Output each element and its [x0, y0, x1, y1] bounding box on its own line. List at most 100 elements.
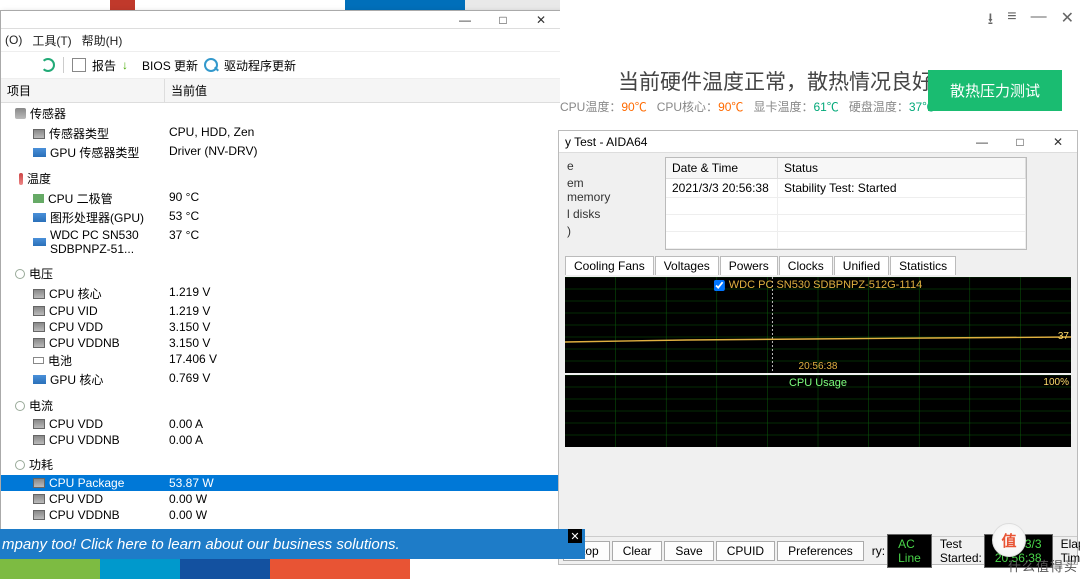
sensor-list[interactable]: 传感器传感器类型CPU, HDD, ZenGPU 传感器类型Driver (NV… — [1, 103, 564, 521]
stability-window: y Test - AIDA64 — □ ✕ e em memory l disk… — [558, 130, 1078, 565]
menu-tools[interactable]: 工具(T) — [32, 32, 71, 49]
menu-help[interactable]: 帮助(H) — [82, 32, 123, 49]
row-label: 电池 — [48, 352, 72, 369]
sensor-row[interactable]: CPU 二极管90 °C — [1, 189, 564, 208]
tab-statistics[interactable]: Statistics — [890, 256, 956, 275]
banner-close-icon[interactable]: ✕ — [568, 529, 582, 543]
minimize-button[interactable]: — — [446, 11, 484, 29]
tab-clocks[interactable]: Clocks — [779, 256, 833, 275]
row-label: CPU 二极管 — [48, 190, 113, 207]
dash-temps: CPU温度：90℃ CPU核心：90℃ 显卡温度：61℃ 硬盘温度：37℃ — [560, 98, 934, 115]
toolbar: 报告 ↓ BIOS 更新 驱动程序更新 — [1, 51, 564, 79]
row-label: CPU VDD — [49, 417, 103, 431]
toolbar-driver[interactable]: 驱动程序更新 — [224, 57, 296, 74]
row-icon — [33, 322, 45, 332]
chart2-title: CPU Usage — [789, 377, 847, 389]
sensor-group[interactable]: 电压 — [1, 263, 564, 284]
sensor-row[interactable]: 传感器类型CPU, HDD, Zen — [1, 124, 564, 143]
sensor-row[interactable]: GPU 核心0.769 V — [1, 370, 564, 389]
col-item: 项目 — [1, 79, 165, 102]
tab-powers[interactable]: Powers — [720, 256, 778, 275]
sensor-row[interactable]: GPU 传感器类型Driver (NV-DRV) — [1, 143, 564, 162]
chart1-value: 37 — [1058, 331, 1069, 342]
sensor-row[interactable]: CPU VDD3.150 V — [1, 319, 564, 335]
sensor-row[interactable]: CPU VDDNB0.00 A — [1, 432, 564, 448]
stability-title: y Test - AIDA64 — [565, 135, 647, 149]
preferences-button[interactable]: Preferences — [777, 541, 864, 561]
dash-title: 当前硬件温度正常，散热情况良好 — [618, 66, 933, 96]
status-table: Date & Time Status 2021/3/3 20:56:38 Sta… — [665, 157, 1027, 250]
th-datetime: Date & Time — [666, 158, 778, 178]
toolbar-report[interactable]: 报告 — [92, 57, 116, 74]
sensor-row[interactable]: CPU VDD 0.00 A — [1, 416, 564, 432]
tab-cooling-fans[interactable]: Cooling Fans — [565, 256, 654, 275]
stab-maximize[interactable]: □ — [1001, 133, 1039, 151]
sensor-row[interactable]: 图形处理器(GPU)53 °C — [1, 208, 564, 227]
download-icon[interactable]: ⭳ — [988, 8, 994, 35]
row-icon — [33, 238, 46, 246]
row-value: 0.00 W — [165, 507, 564, 521]
stress-test-button[interactable]: 散热压力测试 — [928, 70, 1062, 111]
row-label: CPU VID — [49, 304, 98, 318]
sensor-group[interactable]: 电流 — [1, 395, 564, 416]
row-icon — [33, 478, 45, 488]
row-icon — [33, 338, 45, 348]
row-icon — [33, 375, 46, 384]
sensor-row[interactable]: CPU VID 1.219 V — [1, 303, 564, 319]
th-status: Status — [778, 158, 1026, 178]
dash-close[interactable]: ✕ — [1061, 8, 1074, 35]
sensor-group[interactable]: 传感器 — [1, 103, 564, 124]
row-value: 0.00 A — [165, 416, 564, 432]
close-button[interactable]: ✕ — [522, 11, 560, 29]
series-toggle[interactable] — [714, 280, 725, 291]
row-value: CPU, HDD, Zen — [165, 124, 564, 143]
cpuid-button[interactable]: CPUID — [716, 541, 775, 561]
menu-icon[interactable]: ≡ — [1007, 8, 1016, 35]
row-icon — [33, 148, 46, 157]
brand-logo: 值 — [992, 523, 1026, 557]
row-label: GPU 传感器类型 — [50, 144, 139, 161]
sensor-row[interactable]: 电池 17.406 V — [1, 351, 564, 370]
row-label: CPU Package — [49, 476, 124, 490]
sensor-row[interactable]: CPU VDDNB 0.00 W — [1, 507, 564, 521]
save-button[interactable]: Save — [664, 541, 713, 561]
brand-text: 什么值得买 — [1008, 556, 1078, 575]
dash-minimize[interactable]: — — [1031, 8, 1047, 35]
row-value: 17.406 V — [165, 351, 564, 370]
stab-close[interactable]: ✕ — [1039, 133, 1077, 151]
row-value: 1.219 V — [165, 284, 564, 303]
promo-banner[interactable]: mpany too! Click here to learn about our… — [0, 529, 585, 559]
chart2-max: 100% — [1043, 377, 1069, 388]
sensor-row[interactable]: CPU VDDNB3.150 V — [1, 335, 564, 351]
row-label: CPU VDDNB — [49, 508, 120, 521]
stab-minimize[interactable]: — — [963, 133, 1001, 151]
sensor-row[interactable]: CPU Package53.87 W — [1, 475, 564, 491]
row-value: 0.769 V — [165, 370, 564, 389]
row-value: 0.00 A — [165, 432, 564, 448]
tab-voltages[interactable]: Voltages — [655, 256, 719, 275]
tab-unified[interactable]: Unified — [834, 256, 889, 275]
refresh-icon[interactable] — [41, 58, 55, 72]
row-value: 1.219 V — [165, 303, 564, 319]
cpu-usage-chart: CPU Usage 100% — [565, 375, 1071, 447]
row-icon — [33, 435, 45, 445]
group-icon — [15, 460, 25, 470]
report-icon — [72, 58, 86, 72]
sensor-group[interactable]: 功耗 — [1, 454, 564, 475]
sensor-row[interactable]: CPU 核心1.219 V — [1, 284, 564, 303]
row-icon — [33, 494, 45, 504]
maximize-button[interactable]: □ — [484, 11, 522, 29]
row-label: CPU VDD — [49, 492, 103, 506]
menu-o[interactable]: (O) — [5, 33, 22, 47]
sensor-row[interactable]: WDC PC SN530 SDBPNPZ-51...37 °C — [1, 227, 564, 257]
toolbar-bios[interactable]: BIOS 更新 — [142, 57, 198, 74]
row-value: 3.150 V — [165, 335, 564, 351]
row-icon — [33, 510, 45, 520]
sensor-group[interactable]: 温度 — [1, 168, 564, 189]
row-value: 3.150 V — [165, 319, 564, 335]
sensor-row[interactable]: CPU VDD0.00 W — [1, 491, 564, 507]
menubar: (O) 工具(T) 帮助(H) — [1, 29, 564, 51]
clear-button[interactable]: Clear — [612, 541, 663, 561]
group-icon — [15, 269, 25, 279]
gpu-temp: 61℃ — [813, 100, 838, 114]
